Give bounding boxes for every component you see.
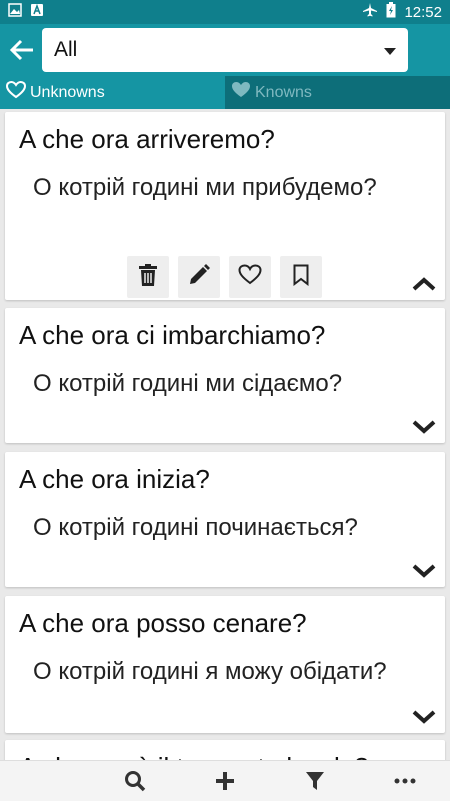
- phrase-question: A che ora arriveremo?: [19, 124, 275, 154]
- battery-icon: [386, 2, 396, 22]
- phrase-card[interactable]: A che ora posso cenare? О котрій годині …: [5, 596, 445, 733]
- phrase-question: A che ora ci imbarchiamo?: [19, 320, 326, 350]
- more-icon[interactable]: [393, 769, 417, 793]
- dropdown-selected-value: All: [54, 38, 78, 61]
- tab-knowns-label: Knowns: [255, 83, 312, 101]
- dropdown-arrow-icon: [384, 38, 396, 62]
- back-arrow-icon[interactable]: [6, 34, 38, 66]
- heart-outline-icon: [5, 80, 27, 104]
- heart-filled-icon: [231, 81, 251, 104]
- image-notification-icon: [8, 3, 22, 21]
- phrase-question: A che ora inizia?: [19, 464, 210, 494]
- pencil-icon: [188, 263, 210, 291]
- phrase-question: A che ora posso cenare?: [19, 608, 307, 638]
- chevron-up-icon[interactable]: [411, 274, 437, 294]
- edit-button[interactable]: [178, 256, 220, 298]
- chevron-down-icon[interactable]: [411, 707, 437, 727]
- card-actions: [127, 256, 322, 298]
- bookmark-icon: [293, 264, 309, 291]
- favorite-button[interactable]: [229, 256, 271, 298]
- phrase-answer: О котрій годині ми сідаємо?: [33, 370, 343, 397]
- heart-outline-icon: [238, 264, 262, 290]
- chevron-down-icon[interactable]: [411, 417, 437, 437]
- trash-icon: [139, 263, 157, 291]
- bottom-bar: [0, 760, 450, 801]
- phrase-answer: О котрій годині я можу обідати?: [33, 658, 387, 685]
- phrase-card[interactable]: A che ora ci imbarchiamo? О котрій годин…: [5, 308, 445, 443]
- text-notification-icon: [30, 3, 44, 21]
- phrase-card[interactable]: A che ora inizia? О котрій годині почина…: [5, 452, 445, 587]
- tab-unknowns-label: Unknowns: [30, 83, 105, 101]
- phrase-card[interactable]: A che ora è il trasporto locale?: [5, 740, 445, 760]
- phrase-card[interactable]: A che ora arriveremo? О котрій годині ми…: [5, 112, 445, 300]
- phrase-answer: О котрій годині починається?: [33, 514, 358, 541]
- search-icon[interactable]: [123, 769, 147, 793]
- phrase-list: A che ora arriveremo? О котрій годині ми…: [0, 109, 450, 760]
- toolbar: All: [0, 24, 450, 76]
- bookmark-button[interactable]: [280, 256, 322, 298]
- category-dropdown[interactable]: All: [42, 28, 408, 72]
- tab-bar: Unknowns Knowns: [0, 76, 450, 109]
- airplane-icon: [362, 2, 378, 22]
- filter-icon[interactable]: [303, 769, 327, 793]
- chevron-down-icon[interactable]: [411, 561, 437, 581]
- tab-unknowns[interactable]: Unknowns: [0, 76, 225, 109]
- status-bar: 12:52: [0, 0, 450, 24]
- add-icon[interactable]: [213, 769, 237, 793]
- status-time: 12:52: [404, 3, 442, 21]
- phrase-question: A che ora è il trasporto locale?: [19, 752, 369, 760]
- delete-button[interactable]: [127, 256, 169, 298]
- tab-knowns[interactable]: Knowns: [225, 76, 450, 109]
- phrase-answer: О котрій годині ми прибудемо?: [33, 174, 377, 201]
